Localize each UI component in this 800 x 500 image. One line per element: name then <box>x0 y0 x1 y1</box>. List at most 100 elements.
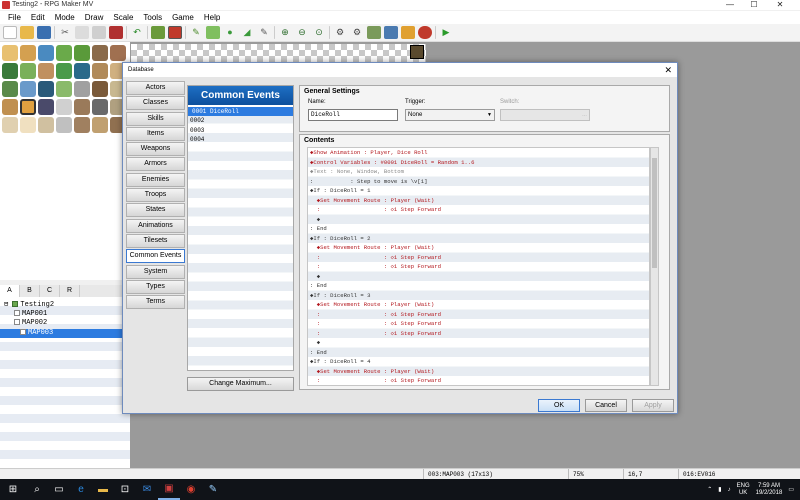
database-icon[interactable]: ⚙ <box>333 26 347 39</box>
pencil-icon[interactable]: ✎ <box>189 26 203 39</box>
mail-icon[interactable]: ✉ <box>136 479 158 500</box>
common-event-item[interactable]: 0003 <box>190 126 204 135</box>
menu-file[interactable]: File <box>3 11 26 24</box>
palette-tile[interactable] <box>74 63 90 79</box>
category-items[interactable]: Items <box>126 126 185 141</box>
event-command-line[interactable]: ◆Set Movement Route : Player (Wait) <box>310 300 435 310</box>
menu-help[interactable]: Help <box>199 11 225 24</box>
event-command-line[interactable]: ◆ <box>310 272 320 282</box>
shadow-pen-icon[interactable]: ✎ <box>257 26 271 39</box>
palette-tile[interactable] <box>38 63 54 79</box>
maximize-button[interactable]: ☐ <box>742 0 766 10</box>
tree-map-002[interactable]: MAP002 <box>14 319 47 328</box>
edge-browser-icon[interactable]: e <box>70 479 92 500</box>
palette-tile[interactable] <box>92 81 108 97</box>
name-field[interactable]: DiceRoll <box>308 109 398 121</box>
event-command-line[interactable]: ◆Set Movement Route : Player (Wait) <box>310 196 435 206</box>
category-system[interactable]: System <box>126 264 185 279</box>
palette-tile[interactable] <box>20 63 36 79</box>
palette-tile[interactable] <box>20 117 36 133</box>
event-command-line[interactable]: : : ◇1 Step Forward <box>310 319 441 329</box>
event-command-line[interactable]: : : ◇1 Step Forward <box>310 253 441 263</box>
category-tilesets[interactable]: Tilesets <box>126 233 185 248</box>
common-event-item[interactable]: 0001 DiceRoll <box>188 107 293 116</box>
map-mode-icon[interactable] <box>151 26 165 39</box>
event-mode-icon[interactable] <box>168 26 182 39</box>
character-generator-icon[interactable] <box>418 26 432 39</box>
tray-arrow-icon[interactable]: ⌃ <box>707 486 712 493</box>
palette-tile[interactable] <box>38 117 54 133</box>
event-searcher-icon[interactable] <box>384 26 398 39</box>
rectangle-icon[interactable] <box>206 26 220 39</box>
category-weapons[interactable]: Weapons <box>126 142 185 157</box>
event-command-line[interactable]: ◆ <box>310 215 320 225</box>
palette-tile[interactable] <box>56 81 72 97</box>
category-states[interactable]: States <box>126 203 185 218</box>
event-command-line[interactable]: ◆Text : None, Window, Bottom <box>310 167 404 177</box>
palette-tile-selected[interactable] <box>20 99 36 115</box>
event-command-line[interactable]: ◆Show Animation : Player, Dice Roll <box>310 148 428 158</box>
map-canvas[interactable] <box>131 44 426 62</box>
palette-tile[interactable] <box>92 63 108 79</box>
event-command-line[interactable]: : : ◇1 Step Forward <box>310 376 441 385</box>
palette-tile[interactable] <box>2 117 18 133</box>
event-command-line[interactable]: ◆If : DiceRoll = 1 <box>310 186 370 196</box>
palette-tile[interactable] <box>92 117 108 133</box>
event-command-line[interactable]: ◆ <box>310 338 320 348</box>
palette-tile[interactable] <box>2 63 18 79</box>
event-command-line[interactable]: ◆If : DiceRoll = 3 <box>310 291 370 301</box>
notifications-icon[interactable]: ▭ <box>788 486 794 493</box>
flood-fill-icon[interactable]: ◢ <box>240 26 254 39</box>
file-explorer-icon[interactable]: ▬ <box>92 479 114 500</box>
search-icon[interactable]: ⌕ <box>26 479 48 500</box>
common-event-item[interactable]: 0002 <box>190 116 204 125</box>
network-icon[interactable]: ▮ <box>718 486 721 493</box>
palette-tile[interactable] <box>74 45 90 61</box>
zoom-in-icon[interactable]: ⊕ <box>278 26 292 39</box>
palette-tile[interactable] <box>2 99 18 115</box>
zoom-out-icon[interactable]: ⊖ <box>295 26 309 39</box>
category-troops[interactable]: Troops <box>126 188 185 203</box>
change-maximum-button[interactable]: Change Maximum... <box>187 377 294 391</box>
language-indicator[interactable]: ENG UK <box>737 483 750 497</box>
menu-edit[interactable]: Edit <box>26 11 50 24</box>
palette-tile[interactable] <box>38 99 54 115</box>
cancel-button[interactable]: Cancel <box>585 399 627 412</box>
event-command-list[interactable]: ◆Show Animation : Player, Dice Roll ◆Cont… <box>307 147 650 386</box>
apply-button[interactable]: Apply <box>632 399 674 412</box>
ok-button[interactable]: OK <box>538 399 580 412</box>
menu-mode[interactable]: Mode <box>50 11 80 24</box>
category-terms[interactable]: Terms <box>126 295 185 310</box>
clock[interactable]: 7:59 AM 19/2/2018 <box>756 483 783 497</box>
palette-tile[interactable] <box>56 117 72 133</box>
event-command-line[interactable]: ◆Set Movement Route : Player (Wait) <box>310 243 435 253</box>
map-tile[interactable] <box>410 45 424 59</box>
actual-size-icon[interactable]: ⊙ <box>312 26 326 39</box>
tab-a[interactable]: A <box>0 285 20 297</box>
undo-icon[interactable]: ↶ <box>130 26 144 39</box>
event-command-line[interactable]: : End <box>310 281 327 291</box>
copy-icon[interactable] <box>75 26 89 39</box>
palette-tile[interactable] <box>38 45 54 61</box>
tab-c[interactable]: C <box>40 285 60 297</box>
delete-icon[interactable] <box>109 26 123 39</box>
tab-b[interactable]: B <box>20 285 40 297</box>
tree-map-003[interactable]: MAP003 <box>0 329 124 338</box>
menu-game[interactable]: Game <box>167 11 199 24</box>
palette-tile[interactable] <box>56 45 72 61</box>
event-command-line[interactable]: : : ◇1 Step Forward <box>310 310 441 320</box>
event-command-line[interactable]: : : ◇1 Step Forward <box>310 262 441 272</box>
new-project-icon[interactable] <box>3 26 17 39</box>
sound-test-icon[interactable] <box>367 26 381 39</box>
windows-start-icon[interactable]: ⊞ <box>0 479 26 500</box>
minimize-button[interactable]: — <box>718 0 742 10</box>
playtest-icon[interactable]: ▶ <box>439 26 453 39</box>
menu-tools[interactable]: Tools <box>138 11 167 24</box>
category-skills[interactable]: Skills <box>126 111 185 126</box>
category-animations[interactable]: Animations <box>126 218 185 233</box>
common-event-item[interactable]: 0004 <box>190 135 204 144</box>
palette-tile[interactable] <box>74 81 90 97</box>
palette-tile[interactable] <box>20 45 36 61</box>
palette-tile[interactable] <box>20 81 36 97</box>
close-window-button[interactable]: ✕ <box>768 0 792 10</box>
